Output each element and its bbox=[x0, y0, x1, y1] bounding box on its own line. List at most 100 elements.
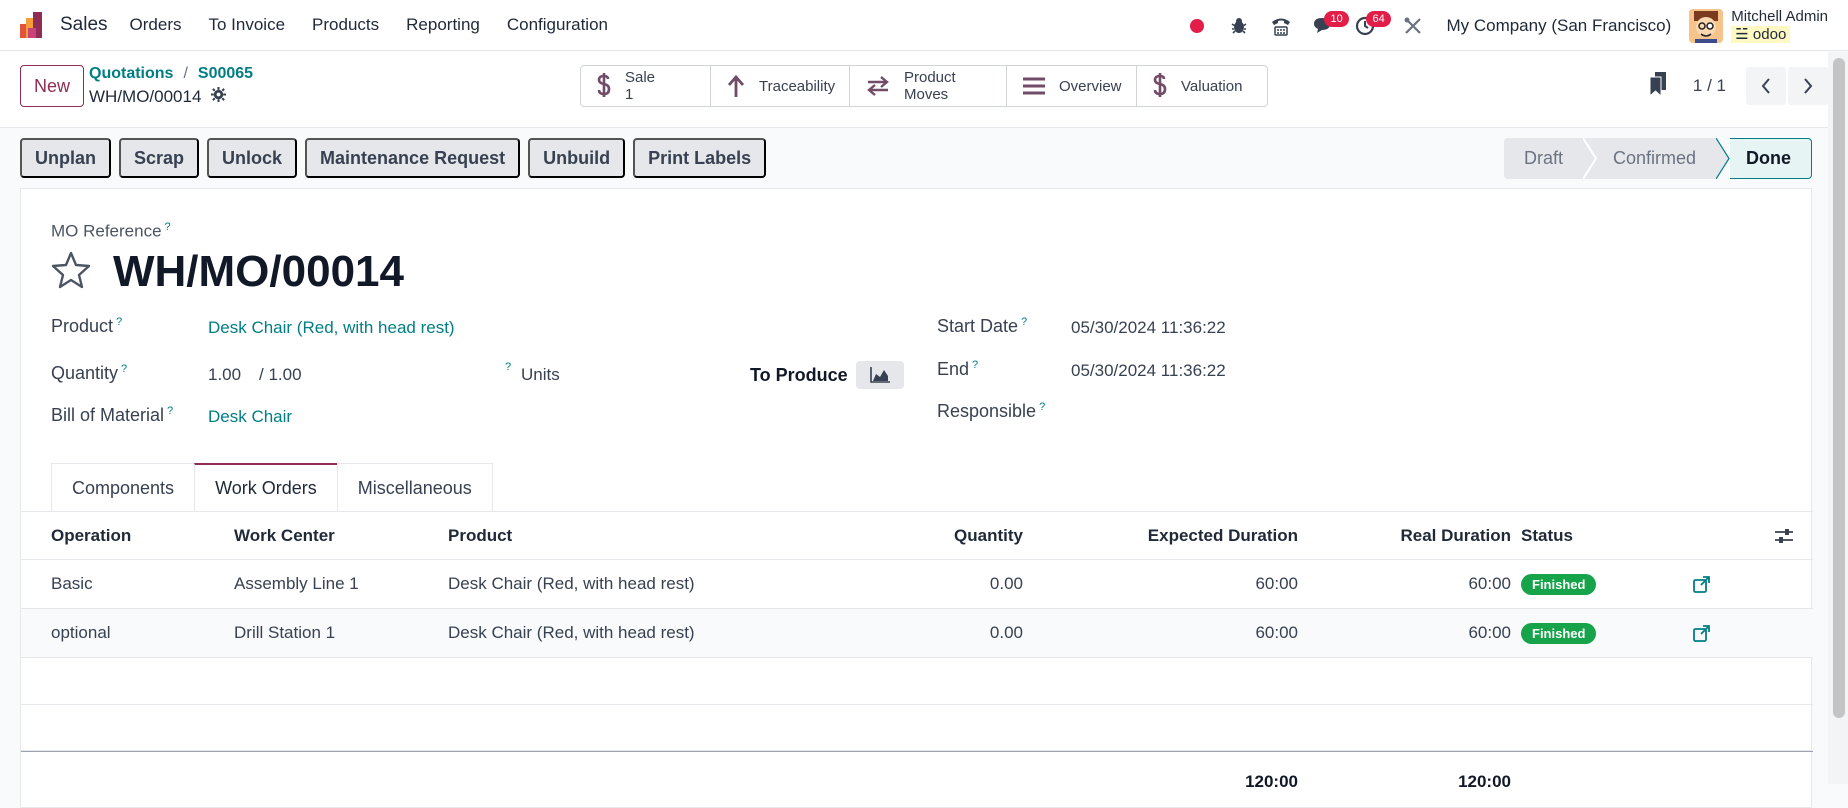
menu-reporting[interactable]: Reporting bbox=[406, 15, 480, 35]
bookmark-icon[interactable] bbox=[1649, 71, 1667, 101]
print-labels-button[interactable]: Print Labels bbox=[633, 138, 767, 178]
breadcrumb-separator: / bbox=[183, 65, 188, 82]
col-real-duration[interactable]: Real Duration bbox=[1400, 512, 1511, 559]
end-date-label-text: End bbox=[937, 359, 970, 379]
start-date-value[interactable]: 05/30/2024 11:36:22 bbox=[1071, 318, 1226, 338]
breadcrumb-quotations[interactable]: Quotations bbox=[89, 65, 173, 82]
row-quantity: 0.00 bbox=[989, 623, 1023, 642]
messages-badge: 10 bbox=[1324, 10, 1349, 27]
tab-components[interactable]: Components bbox=[51, 463, 196, 512]
overview-button[interactable]: Overview bbox=[1007, 66, 1137, 106]
col-operation[interactable]: Operation bbox=[51, 512, 131, 559]
product-link[interactable]: Desk Chair (Red, with head rest) bbox=[208, 318, 455, 338]
open-record-icon[interactable] bbox=[1693, 609, 1710, 657]
sale-smart-button[interactable]: Sale 1 bbox=[581, 66, 711, 106]
app-name[interactable]: Sales bbox=[60, 14, 108, 36]
maintenance-request-button[interactable]: Maintenance Request bbox=[305, 138, 521, 178]
help-icon[interactable]: ? bbox=[505, 361, 511, 373]
table-header: Operation Work Center Product Quantity E… bbox=[21, 512, 1813, 560]
menu-orders[interactable]: Orders bbox=[130, 15, 182, 35]
stage-done[interactable]: Done bbox=[1730, 138, 1812, 179]
traceability-button[interactable]: Traceability bbox=[711, 66, 850, 106]
messages-icon[interactable]: 10 bbox=[1308, 10, 1349, 41]
row-work-center: Assembly Line 1 bbox=[234, 574, 359, 593]
valuation-button[interactable]: Valuation bbox=[1137, 66, 1267, 106]
menu-products[interactable]: Products bbox=[312, 15, 379, 35]
user-avatar[interactable] bbox=[1689, 8, 1724, 43]
help-icon[interactable]: ? bbox=[165, 221, 171, 233]
help-icon[interactable]: ? bbox=[1021, 316, 1027, 328]
help-icon[interactable]: ? bbox=[167, 405, 173, 417]
total-expected-duration: 120:00 bbox=[1245, 771, 1298, 791]
database-icon: ☱ bbox=[1735, 25, 1753, 43]
company-switcher[interactable]: My Company (San Francisco) bbox=[1446, 16, 1671, 36]
open-record-icon[interactable] bbox=[1693, 560, 1710, 608]
uom-value[interactable]: Units bbox=[521, 365, 560, 385]
unlock-button[interactable]: Unlock bbox=[207, 138, 298, 178]
col-status[interactable]: Status bbox=[1521, 512, 1573, 559]
record-dot-icon[interactable] bbox=[1182, 11, 1212, 41]
breadcrumb: Quotations / S00065 bbox=[89, 65, 253, 83]
col-expected-duration[interactable]: Expected Duration bbox=[1148, 512, 1298, 559]
start-date-label: Start Date? bbox=[937, 316, 1027, 337]
pager-next-button[interactable] bbox=[1788, 67, 1828, 105]
status-bar: Draft Confirmed Done bbox=[1503, 138, 1812, 179]
menu-configuration[interactable]: Configuration bbox=[507, 15, 608, 35]
col-quantity[interactable]: Quantity bbox=[954, 512, 1023, 559]
table-row[interactable]: optional Drill Station 1 Desk Chair (Red… bbox=[21, 609, 1813, 658]
help-icon[interactable]: ? bbox=[972, 359, 978, 371]
new-button[interactable]: New bbox=[20, 65, 84, 107]
menu-to-invoice[interactable]: To Invoice bbox=[209, 15, 286, 35]
database-label: odoo bbox=[1752, 25, 1787, 43]
main-menu: Orders To Invoice Products Reporting Con… bbox=[130, 15, 635, 35]
bars-icon bbox=[1023, 76, 1045, 96]
scrap-button[interactable]: Scrap bbox=[119, 138, 200, 178]
pager-previous-button[interactable] bbox=[1746, 67, 1786, 105]
phone-icon[interactable] bbox=[1266, 11, 1296, 41]
col-product[interactable]: Product bbox=[448, 512, 512, 559]
bom-link[interactable]: Desk Chair bbox=[208, 407, 292, 427]
unplan-button[interactable]: Unplan bbox=[20, 138, 111, 178]
area-chart-icon bbox=[869, 367, 890, 383]
quantity-value[interactable]: 1.00 bbox=[208, 365, 241, 385]
tab-work-orders[interactable]: Work Orders bbox=[194, 463, 338, 512]
stage-confirmed[interactable]: Confirmed bbox=[1596, 138, 1716, 179]
tools-icon[interactable] bbox=[1398, 11, 1428, 41]
forecast-chart-button[interactable] bbox=[855, 361, 904, 389]
smart-buttons: Sale 1 Traceability Product Moves Overvie… bbox=[580, 65, 1268, 107]
tab-miscellaneous[interactable]: Miscellaneous bbox=[336, 463, 493, 512]
row-real-duration: 60:00 bbox=[1468, 574, 1511, 593]
quantity-label-text: Quantity bbox=[51, 363, 119, 383]
col-work-center[interactable]: Work Center bbox=[234, 512, 335, 559]
star-icon[interactable] bbox=[51, 251, 91, 294]
activities-clock-icon[interactable]: 64 bbox=[1350, 10, 1391, 41]
sale-count: 1 bbox=[625, 86, 634, 103]
end-date-value[interactable]: 05/30/2024 11:36:22 bbox=[1071, 361, 1226, 381]
help-icon[interactable]: ? bbox=[116, 316, 122, 328]
help-icon[interactable]: ? bbox=[121, 363, 127, 375]
app-logo-icon[interactable] bbox=[20, 12, 46, 38]
user-menu[interactable]: Mitchell Admin ☱ odoo bbox=[1731, 8, 1828, 44]
debug-bug-icon[interactable] bbox=[1224, 11, 1254, 41]
stage-draft[interactable]: Draft bbox=[1503, 138, 1583, 179]
page-title: WH/MO/00014 bbox=[113, 247, 404, 296]
traceability-label: Traceability bbox=[759, 77, 836, 95]
top-navbar: Sales Orders To Invoice Products Reporti… bbox=[0, 0, 1848, 51]
product-moves-button[interactable]: Product Moves bbox=[850, 66, 1007, 106]
help-icon[interactable]: ? bbox=[1039, 401, 1045, 413]
gear-icon[interactable] bbox=[211, 87, 227, 107]
pager-value[interactable]: 1 / 1 bbox=[1693, 76, 1726, 96]
column-settings-icon[interactable] bbox=[1775, 512, 1793, 559]
mo-reference-text: MO Reference bbox=[51, 221, 162, 241]
breadcrumb-order[interactable]: S00065 bbox=[198, 65, 253, 82]
bom-label: Bill of Material? bbox=[51, 405, 173, 426]
mo-reference-label: MO Reference? bbox=[51, 221, 171, 242]
scrollbar-thumb[interactable] bbox=[1833, 58, 1845, 718]
record-name: WH/MO/00014 bbox=[89, 87, 227, 107]
stage-separator bbox=[1582, 138, 1597, 179]
row-product: Desk Chair (Red, with head rest) bbox=[448, 623, 695, 642]
table-row[interactable]: Basic Assembly Line 1 Desk Chair (Red, w… bbox=[21, 560, 1813, 609]
bom-label-text: Bill of Material bbox=[51, 405, 165, 425]
database-name: ☱ odoo bbox=[1731, 25, 1791, 43]
unbuild-button[interactable]: Unbuild bbox=[528, 138, 626, 178]
